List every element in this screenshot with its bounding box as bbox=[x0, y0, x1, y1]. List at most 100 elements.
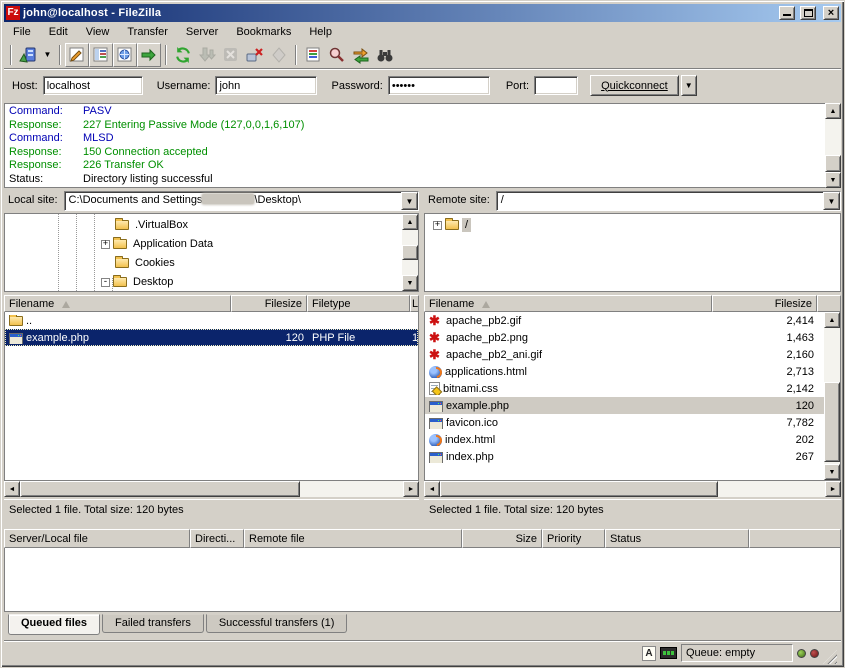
tab-queued-files[interactable]: Queued files bbox=[8, 614, 100, 635]
tree-expander-icon[interactable]: + bbox=[101, 240, 110, 249]
column-header-status[interactable]: Status bbox=[605, 529, 749, 548]
remote-site-dropdown-button[interactable]: ▼ bbox=[823, 192, 840, 210]
scroll-thumb[interactable] bbox=[20, 481, 300, 497]
toggle-message-log-button[interactable] bbox=[65, 43, 89, 67]
scroll-down-button[interactable]: ▼ bbox=[402, 275, 418, 291]
tree-item-desktop[interactable]: - Desktop bbox=[101, 273, 176, 291]
file-row[interactable]: bitnami.css 2,142 bbox=[425, 380, 840, 397]
toggle-remote-tree-button[interactable] bbox=[113, 43, 137, 67]
queue-header: Server/Local file Directi... Remote file… bbox=[4, 529, 841, 548]
tree-item-virtualbox[interactable]: .VirtualBox bbox=[101, 216, 191, 234]
remote-list-scrollbar[interactable]: ▲ ▼ bbox=[824, 312, 840, 480]
tab-failed-transfers[interactable]: Failed transfers bbox=[102, 614, 204, 633]
scroll-thumb[interactable] bbox=[824, 382, 840, 462]
column-header-server-local-file[interactable]: Server/Local file bbox=[4, 529, 190, 548]
menu-file[interactable]: File bbox=[4, 24, 40, 40]
scroll-thumb[interactable] bbox=[825, 155, 841, 172]
remote-site-combo[interactable]: / ▼ bbox=[496, 191, 841, 211]
scroll-down-button[interactable]: ▼ bbox=[824, 464, 840, 480]
scroll-left-button[interactable]: ◄ bbox=[4, 481, 20, 497]
tree-item-application-data[interactable]: + Application Data bbox=[101, 235, 216, 253]
file-row[interactable]: applications.html 2,713 bbox=[425, 363, 840, 380]
data-type-indicator-icon: A bbox=[642, 646, 656, 661]
menu-help[interactable]: Help bbox=[300, 24, 341, 40]
port-input[interactable] bbox=[534, 76, 578, 95]
column-header-filename[interactable]: Filename bbox=[424, 295, 712, 312]
quickconnect-button[interactable]: Quickconnect bbox=[590, 75, 679, 96]
minimize-button[interactable] bbox=[779, 6, 795, 20]
tab-successful-transfers[interactable]: Successful transfers (1) bbox=[206, 614, 348, 633]
menu-transfer[interactable]: Transfer bbox=[118, 24, 177, 40]
html-file-icon bbox=[429, 366, 442, 378]
directory-listing-filter-button[interactable] bbox=[301, 43, 325, 67]
menu-edit[interactable]: Edit bbox=[40, 24, 77, 40]
local-site-combo[interactable]: C:\Documents and Settings\Desktop\ ▼ bbox=[64, 191, 419, 211]
tree-item-cookies[interactable]: Cookies bbox=[101, 254, 178, 272]
file-row[interactable]: index.php 267 bbox=[425, 448, 840, 465]
host-input[interactable] bbox=[43, 76, 143, 95]
scroll-thumb[interactable] bbox=[402, 245, 418, 260]
find-files-button[interactable] bbox=[373, 43, 397, 67]
close-button[interactable]: × bbox=[823, 6, 839, 20]
site-manager-button[interactable] bbox=[16, 43, 40, 67]
column-header-filename[interactable]: Filename bbox=[4, 295, 231, 312]
file-row[interactable]: index.html 202 bbox=[425, 431, 840, 448]
log-scrollbar[interactable]: ▲ ▼ bbox=[825, 103, 841, 188]
menu-view[interactable]: View bbox=[77, 24, 119, 40]
maximize-button[interactable] bbox=[800, 6, 816, 20]
redacted-username bbox=[202, 194, 254, 204]
synchronized-browsing-button[interactable] bbox=[349, 43, 373, 67]
file-row-example-php[interactable]: example.php 120 PHP File 1 bbox=[5, 329, 418, 346]
file-row[interactable]: apache_pb2.png 1,463 bbox=[425, 329, 840, 346]
column-header-size[interactable]: Size bbox=[462, 529, 542, 548]
toggle-local-tree-button[interactable] bbox=[89, 43, 113, 67]
queue-list bbox=[4, 548, 841, 612]
username-input[interactable] bbox=[215, 76, 317, 95]
column-header-priority[interactable]: Priority bbox=[542, 529, 605, 548]
scroll-up-button[interactable]: ▲ bbox=[825, 103, 841, 119]
quickconnect-dropdown-button[interactable]: ▼ bbox=[681, 75, 697, 96]
file-row[interactable]: apache_pb2_ani.gif 2,160 bbox=[425, 346, 840, 363]
resize-grip[interactable] bbox=[823, 650, 837, 664]
local-site-dropdown-button[interactable]: ▼ bbox=[401, 192, 418, 210]
disconnect-button[interactable] bbox=[243, 43, 267, 67]
scroll-left-button[interactable]: ◄ bbox=[424, 481, 440, 497]
tree-item-root[interactable]: + / bbox=[433, 216, 471, 234]
column-header-remote-file[interactable]: Remote file bbox=[244, 529, 462, 548]
scroll-up-button[interactable]: ▲ bbox=[402, 214, 418, 230]
refresh-button[interactable] bbox=[171, 43, 195, 67]
file-row-selected[interactable]: example.php 120 bbox=[425, 397, 840, 414]
toggle-transfer-queue-button[interactable] bbox=[137, 43, 161, 67]
local-tree-scrollbar[interactable]: ▲ ▼ bbox=[402, 214, 418, 291]
image-file-icon bbox=[429, 314, 443, 328]
scroll-right-button[interactable]: ► bbox=[825, 481, 841, 497]
scroll-down-button[interactable]: ▼ bbox=[825, 172, 841, 188]
password-input[interactable] bbox=[388, 76, 490, 95]
column-header-filesize[interactable]: Filesize bbox=[712, 295, 817, 312]
process-queue-button[interactable] bbox=[195, 43, 219, 67]
scroll-right-button[interactable]: ► bbox=[403, 481, 419, 497]
local-selection-status: Selected 1 file. Total size: 120 bytes bbox=[4, 499, 419, 521]
remote-list-hscrollbar[interactable]: ◄ ► bbox=[424, 481, 841, 497]
column-header-last-modified[interactable]: L bbox=[410, 295, 419, 312]
local-list-hscrollbar[interactable]: ◄ ► bbox=[4, 481, 419, 497]
scroll-up-button[interactable]: ▲ bbox=[824, 312, 840, 328]
file-row[interactable]: apache_pb2.gif 2,414 bbox=[425, 312, 840, 329]
compare-directories-button[interactable] bbox=[325, 43, 349, 67]
menu-bookmarks[interactable]: Bookmarks bbox=[227, 24, 300, 40]
tree-expander-icon[interactable]: + bbox=[433, 221, 442, 230]
file-row[interactable]: favicon.ico 7,782 bbox=[425, 414, 840, 431]
column-header-filesize[interactable]: Filesize bbox=[231, 295, 307, 312]
scroll-thumb[interactable] bbox=[440, 481, 718, 497]
column-header-filetype[interactable]: Filetype bbox=[307, 295, 410, 312]
file-row-parent[interactable]: .. bbox=[5, 312, 418, 329]
cancel-operation-button[interactable] bbox=[219, 43, 243, 67]
column-header-direction[interactable]: Directi... bbox=[190, 529, 244, 548]
menu-server[interactable]: Server bbox=[177, 24, 227, 40]
tree-expander-icon[interactable]: - bbox=[101, 278, 110, 287]
filezilla-logo-icon: Fz bbox=[6, 6, 20, 20]
activity-led-green bbox=[797, 649, 806, 658]
reconnect-button[interactable] bbox=[267, 43, 291, 67]
queue-status: Queue: empty bbox=[681, 644, 793, 662]
site-manager-dropdown-button[interactable]: ▼ bbox=[40, 43, 55, 67]
